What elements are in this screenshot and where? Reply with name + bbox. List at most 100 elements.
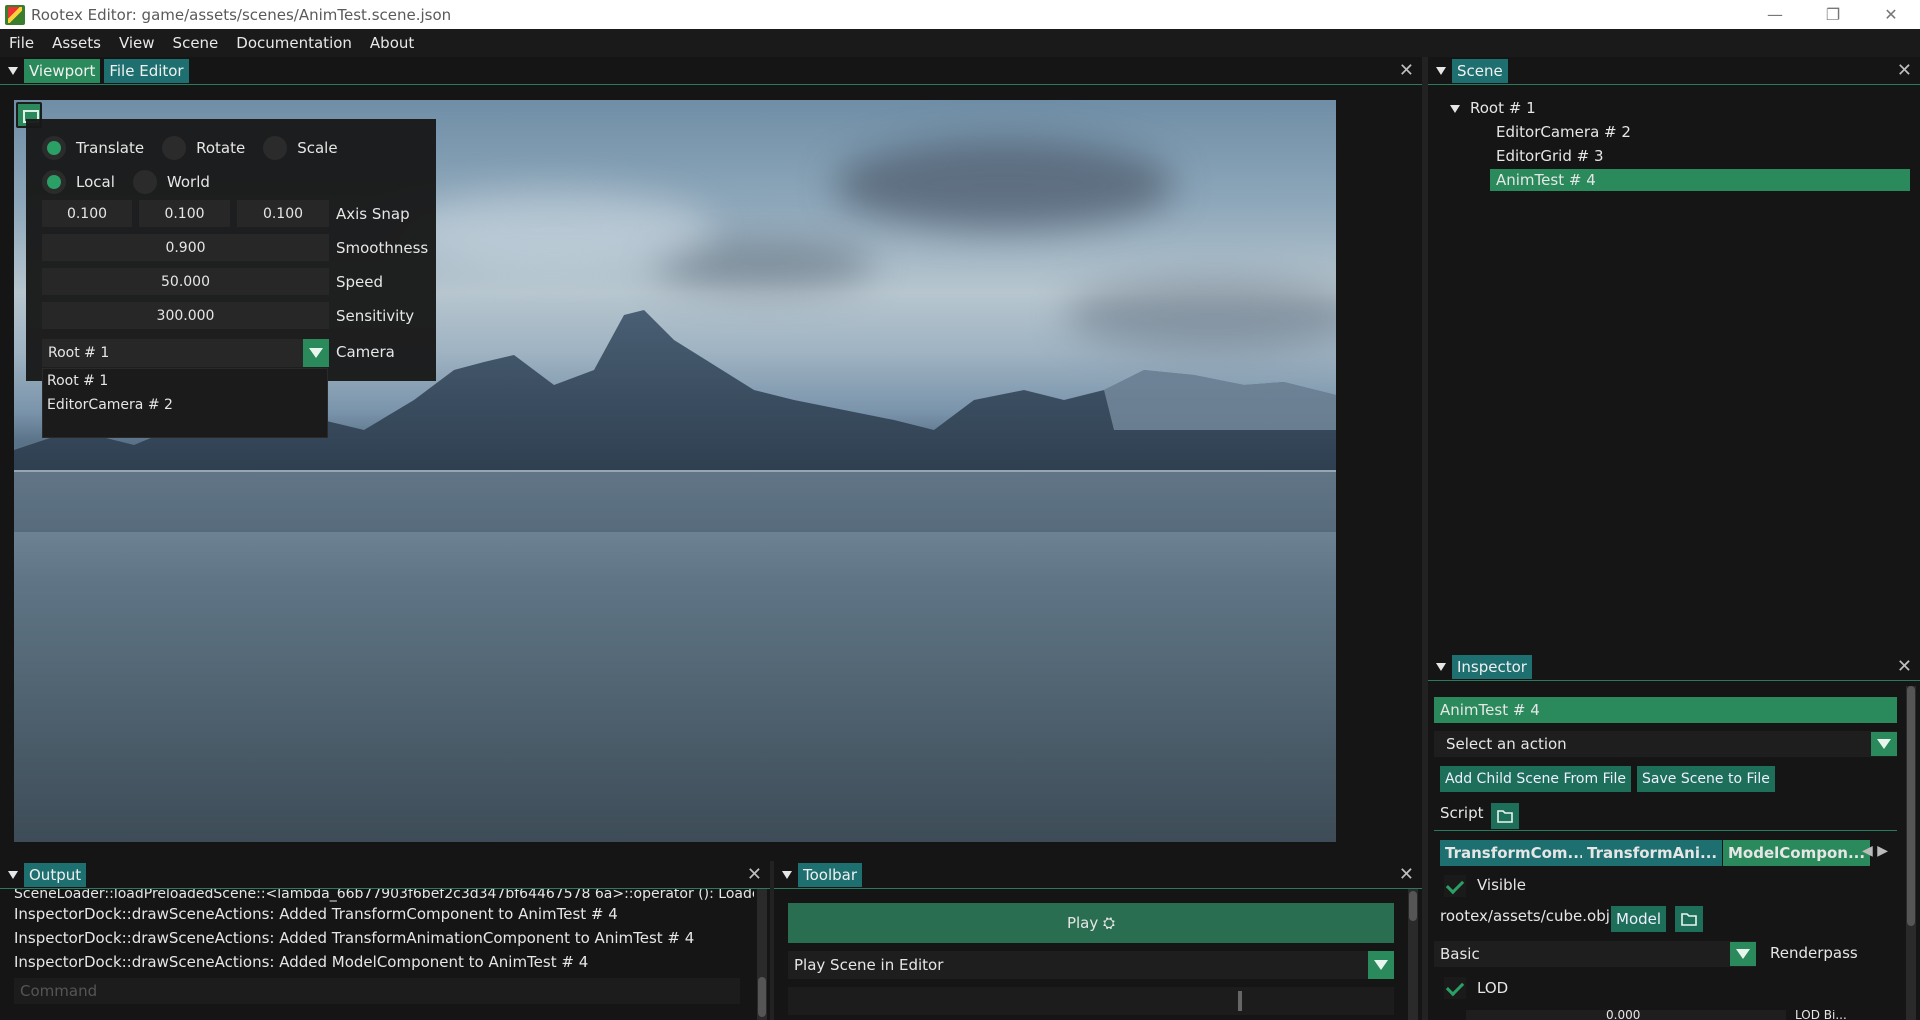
lod-bias-input[interactable]: 0.000 [1466,1010,1786,1020]
camera-select[interactable]: Root # 1 [42,339,329,367]
renderpass-label: Renderpass [1770,944,1858,962]
expand-arrow-icon[interactable] [1450,104,1460,113]
save-scene-button[interactable]: Save Scene to File [1637,766,1775,792]
radio-world[interactable] [132,170,157,194]
play-mode-value: Play Scene in Editor [794,956,944,974]
menu-about[interactable]: About [361,34,423,52]
smoothness-input[interactable]: 0.900 [42,234,329,261]
scene-action-select[interactable]: Select an action [1434,731,1897,757]
radio-local[interactable] [42,170,66,194]
axis-snap-z-input[interactable]: 0.100 [237,200,329,227]
tree-item-animtest[interactable]: AnimTest # 4 [1490,169,1910,191]
menu-scene[interactable]: Scene [164,34,228,52]
output-log: SceneLoader::loadPreloadedScene::<lambda… [0,889,770,1020]
chevron-down-icon[interactable] [303,339,329,367]
speed-label: Speed [336,273,384,291]
dock-collapse-icon[interactable] [1436,662,1446,671]
dock-collapse-icon[interactable] [8,66,18,75]
sensitivity-input[interactable]: 300.000 [42,302,329,329]
tab-transform-animation-component[interactable]: TransformAni... [1582,840,1723,866]
tab-model-component[interactable]: ModelCompon... [1723,840,1871,866]
scene-tree: Root # 1 EditorCamera # 2 EditorGrid # 3… [1428,86,1920,652]
renderpass-select[interactable]: Basic [1434,941,1756,967]
folder-open-icon[interactable] [1491,803,1519,829]
add-child-scene-button[interactable]: Add Child Scene From File [1440,766,1632,792]
tab-file-editor[interactable]: File Editor [104,58,189,83]
app-logo-icon [5,4,25,25]
model-button[interactable]: Model [1611,906,1667,932]
scene-action-placeholder: Select an action [1446,735,1567,753]
close-icon[interactable]: ✕ [747,864,762,885]
tab-viewport[interactable]: Viewport [24,58,101,83]
tab-scroll-arrows-icon[interactable]: ◀ ▶ [1862,843,1888,859]
world-label: World [166,173,210,191]
folder-open-icon[interactable] [1675,906,1703,932]
command-input[interactable]: Command [14,978,740,1004]
radio-rotate[interactable] [162,136,187,160]
axis-snap-y-input[interactable]: 0.100 [139,200,230,227]
tree-item-editor-grid[interactable]: EditorGrid # 3 [1496,145,1604,167]
close-icon[interactable]: ✕ [1897,60,1912,81]
minimize-button[interactable]: — [1746,0,1804,29]
radio-translate[interactable] [42,136,66,160]
tab-scene[interactable]: Scene [1452,58,1508,83]
tab-toolbar[interactable]: Toolbar [798,862,863,887]
dock-collapse-icon[interactable] [782,870,792,879]
smoothness-label: Smoothness [336,239,429,257]
menu-assets[interactable]: Assets [43,34,110,52]
radio-scale[interactable] [263,136,288,160]
dock-collapse-icon[interactable] [8,870,18,879]
camera-dropdown-list: Root # 1 EditorCamera # 2 [42,368,328,438]
play-button[interactable]: Play ⛭ [788,903,1394,943]
menu-file[interactable]: File [0,34,43,52]
tab-output[interactable]: Output [24,862,87,887]
toolbar-slider[interactable] [788,987,1394,1015]
entity-name-header[interactable]: AnimTest # 4 [1434,697,1897,723]
close-window-button[interactable]: ✕ [1862,0,1920,29]
toolbar-body: Play ⛭ Play Scene in Editor [774,889,1422,1020]
output-scrollbar[interactable] [757,889,767,1020]
play-mode-select[interactable]: Play Scene in Editor [788,951,1394,979]
close-icon[interactable]: ✕ [1399,60,1414,81]
maximize-button[interactable]: ❐ [1804,0,1862,29]
close-icon[interactable]: ✕ [1897,656,1912,677]
viewport-dock-header: Viewport File Editor ✕ [0,57,1422,85]
dock-collapse-icon[interactable] [1436,66,1446,75]
lod-checkbox[interactable] [1444,977,1466,999]
scale-label: Scale [297,139,338,157]
axis-snap-x-input[interactable]: 0.100 [42,200,132,227]
scene-dock-header: Scene ✕ [1428,57,1920,85]
tree-item-editor-camera[interactable]: EditorCamera # 2 [1496,121,1631,143]
model-path: rootex/assets/cube.obj [1440,907,1610,925]
tab-transform-component[interactable]: TransformCom... [1440,840,1590,866]
log-line: InspectorDock::drawSceneActions: Added T… [14,929,695,947]
visible-checkbox[interactable] [1444,875,1466,897]
tree-item-root[interactable]: Root # 1 [1450,97,1536,119]
renderpass-value: Basic [1440,945,1480,963]
inspector-scrollbar[interactable] [1906,686,1916,1020]
log-line: InspectorDock::drawSceneActions: Added T… [14,905,618,923]
translate-label: Translate [76,139,145,157]
menu-bar: File Assets View Scene Documentation Abo… [0,29,1920,57]
visible-label: Visible [1477,876,1526,894]
toolbar-scrollbar[interactable] [1408,889,1418,1020]
menu-documentation[interactable]: Documentation [227,34,361,52]
camera-option[interactable]: EditorCamera # 2 [43,393,327,417]
window-controls: — ❐ ✕ [1746,0,1920,29]
inspector-dock-header: Inspector ✕ [1428,653,1920,681]
menu-view[interactable]: View [110,34,164,52]
tab-inspector[interactable]: Inspector [1452,654,1532,679]
speed-input[interactable]: 50.000 [42,268,329,295]
close-icon[interactable]: ✕ [1399,864,1414,885]
script-label: Script [1440,804,1484,822]
log-line: SceneLoader::loadPreloadedScene::<lambda… [14,889,754,902]
rotate-label: Rotate [196,139,246,157]
camera-option[interactable]: Root # 1 [43,369,327,393]
gizmo-settings-panel: Translate Rotate Scale Local World 0.100… [26,119,436,381]
lod-label: LOD [1477,979,1509,997]
chevron-down-icon[interactable] [1368,951,1394,979]
chevron-down-icon[interactable] [1730,942,1756,966]
camera-label: Camera [336,343,395,361]
local-label: Local [76,173,115,191]
chevron-down-icon[interactable] [1871,732,1897,756]
